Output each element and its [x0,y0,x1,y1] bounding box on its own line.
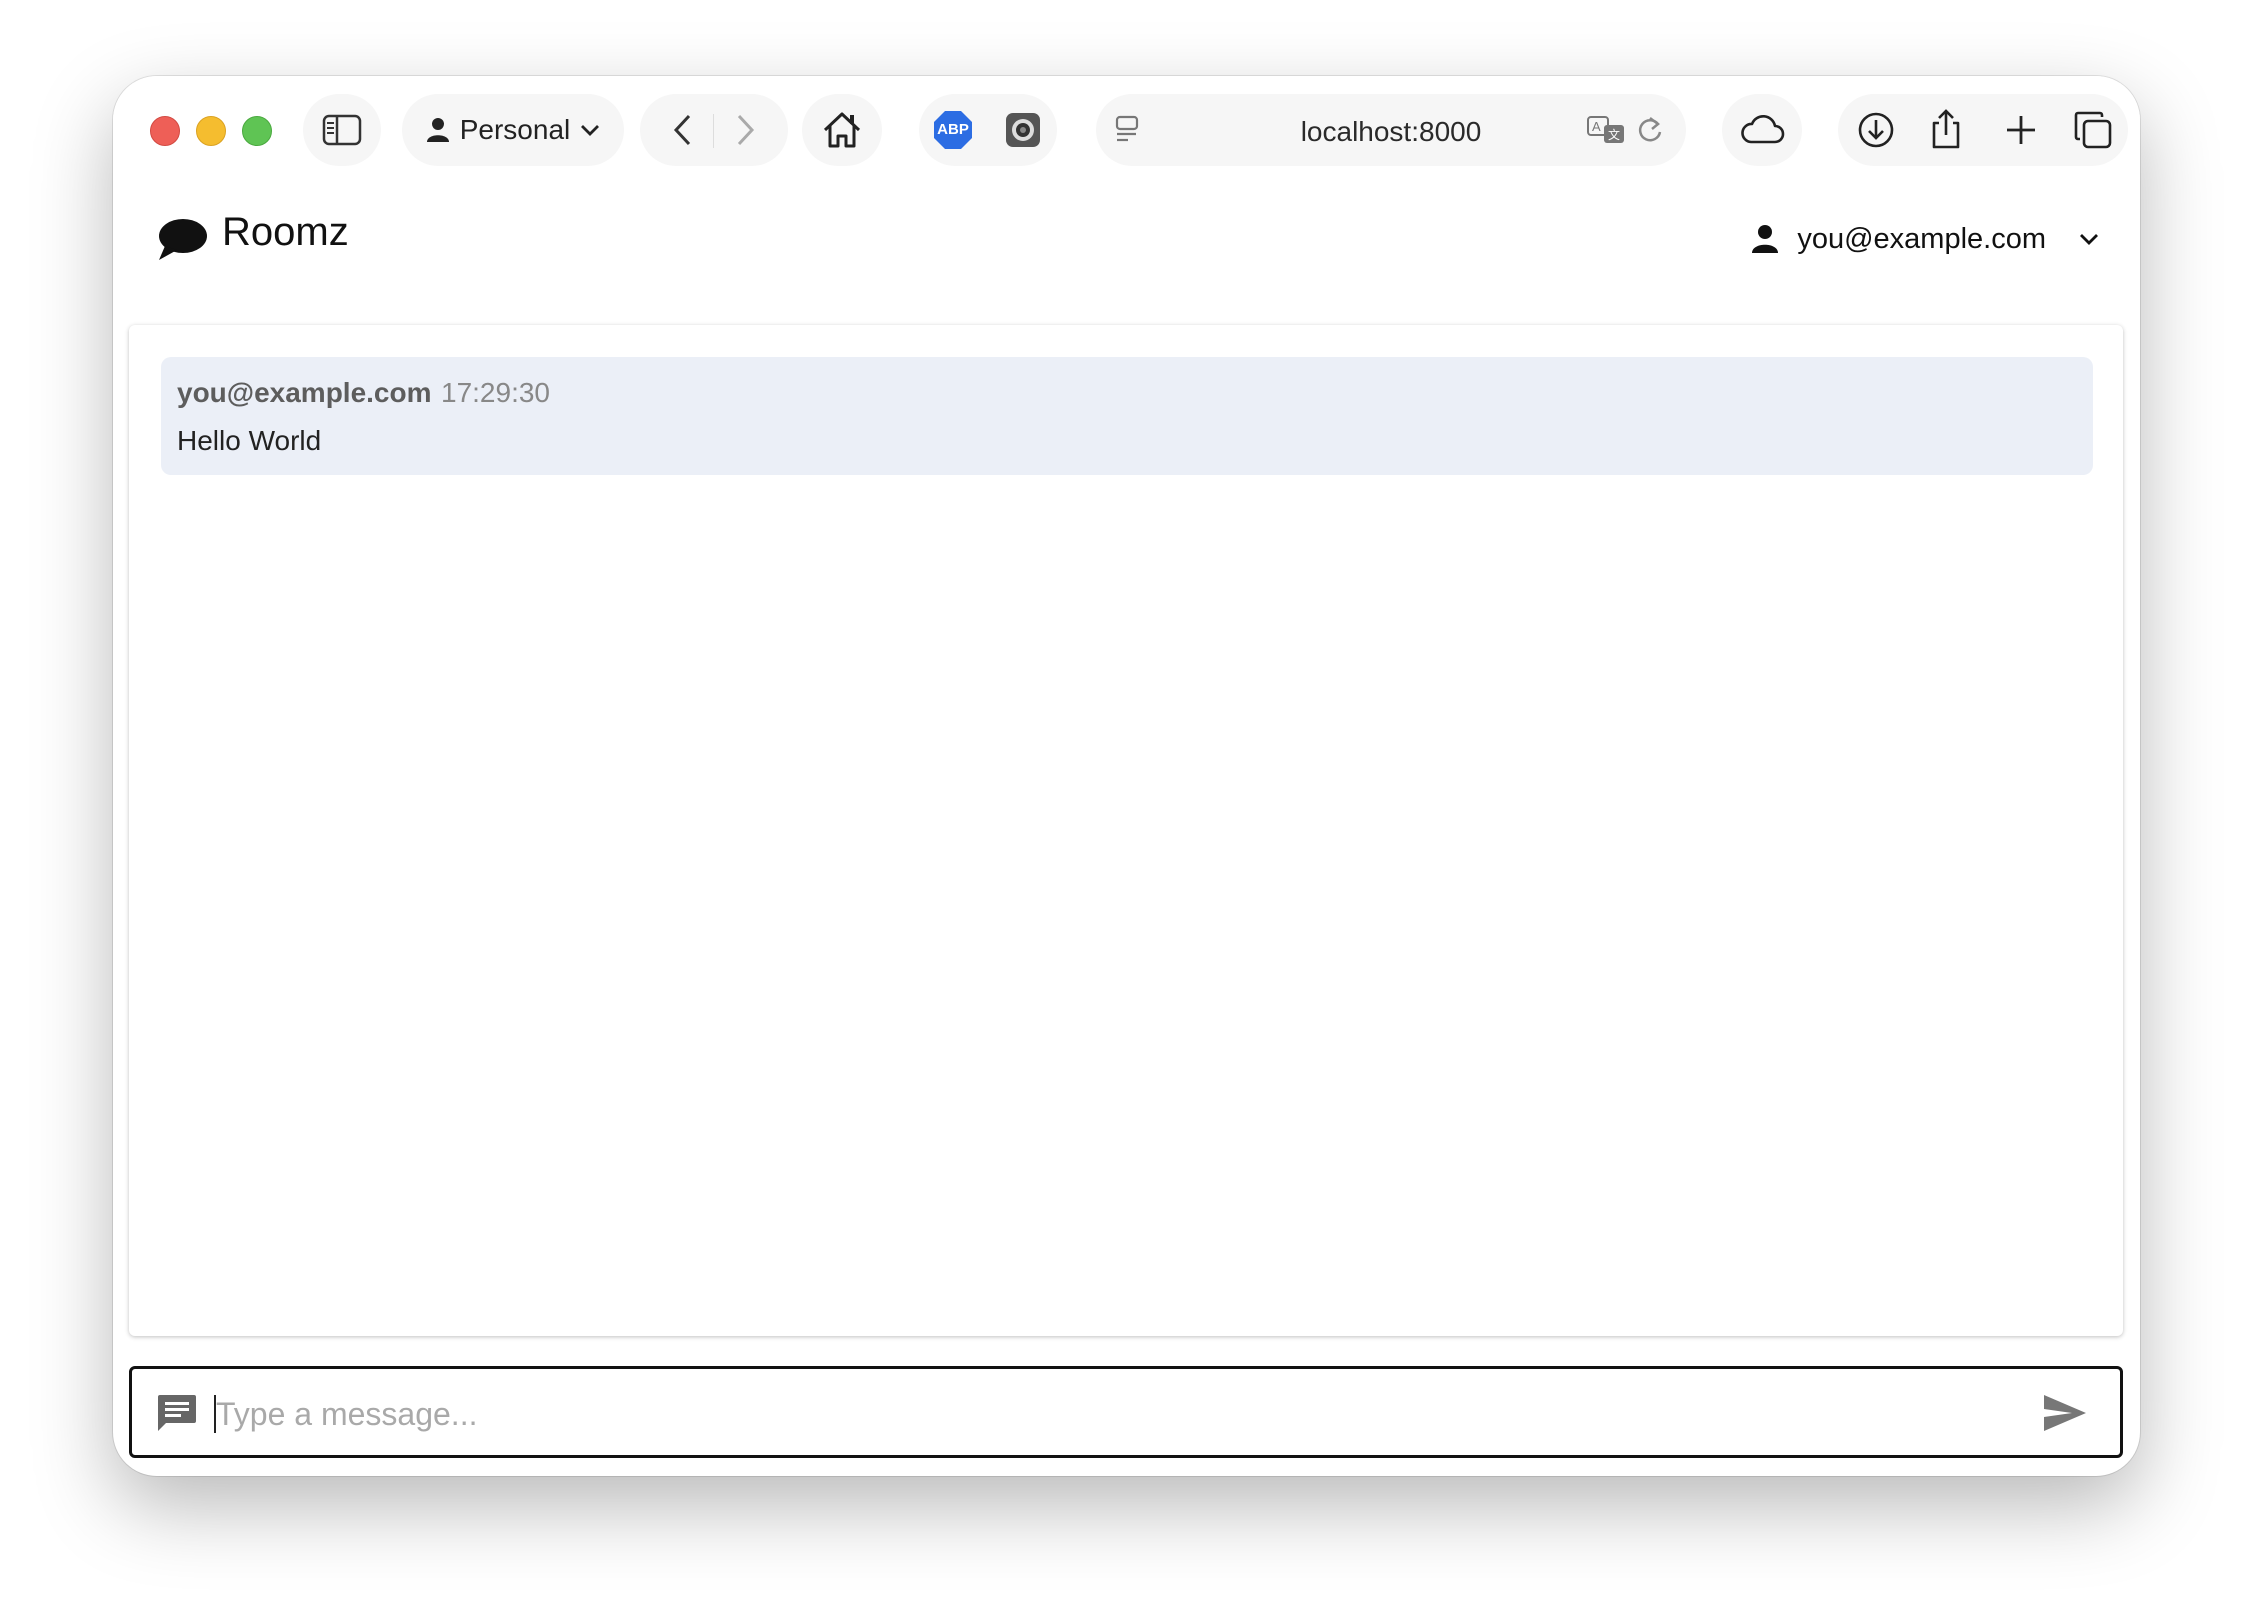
message-composer [129,1366,2123,1458]
extensions-group: ABP [919,94,1057,166]
download-icon[interactable] [1856,110,1896,150]
chat-messages-panel: you@example.com 17:29:30 Hello World [129,325,2123,1336]
message-icon [158,1395,196,1431]
user-menu[interactable]: you@example.com [1751,214,2100,264]
app-header: Roomz you@example.com [113,186,2140,290]
speech-bubble-icon [159,219,207,260]
home-icon [823,112,861,148]
camera-extension-button[interactable] [1003,110,1043,150]
zoom-window-button[interactable] [242,116,272,146]
message-author: you@example.com [177,377,432,408]
close-window-button[interactable] [150,116,180,146]
profile-switcher[interactable]: Personal [402,94,624,166]
message-input[interactable] [214,1387,1998,1441]
chevron-down-icon [581,125,600,136]
browser-toolbar: Personal ABP localhost:8000 A 文 [113,76,2140,186]
nav-buttons [640,94,788,166]
share-icon[interactable] [1928,108,1964,150]
icloud-button[interactable] [1722,94,1802,166]
home-button[interactable] [802,94,882,166]
abp-label: ABP [937,121,969,138]
chevron-right-icon[interactable] [733,112,757,148]
send-icon[interactable] [2042,1393,2088,1433]
user-email: you@example.com [1797,222,2046,255]
toolbar-actions [1838,94,2128,166]
message-item: you@example.com 17:29:30 Hello World [161,357,2093,475]
person-icon [426,118,449,142]
cloud-icon [1741,114,1785,144]
sidebar-toggle-button[interactable] [303,94,381,166]
minimize-window-button[interactable] [196,116,226,146]
nav-divider [713,114,714,148]
sidebar-icon [322,114,362,146]
text-caret [214,1395,216,1433]
browser-window: Personal ABP localhost:8000 A 文 Roomz yo… [113,76,2140,1476]
plus-icon[interactable] [2003,112,2039,148]
camera-lens-icon [1006,113,1040,147]
message-timestamp: 17:29:30 [441,377,550,408]
app-title: Roomz [222,210,349,254]
tabs-overview-icon[interactable] [2073,110,2113,150]
reload-icon[interactable] [1636,115,1664,145]
svg-text:A: A [1592,119,1601,134]
profile-label: Personal [459,114,571,145]
translate-icon[interactable]: A 文 [1586,115,1628,145]
address-bar[interactable]: localhost:8000 A 文 [1096,94,1686,166]
chevron-left-icon[interactable] [671,112,695,148]
person-icon [1752,225,1779,253]
svg-text:文: 文 [1608,127,1620,142]
message-text: Hello World [177,425,322,456]
adblock-extension-button[interactable]: ABP [933,110,973,150]
chevron-down-icon [2080,234,2098,245]
